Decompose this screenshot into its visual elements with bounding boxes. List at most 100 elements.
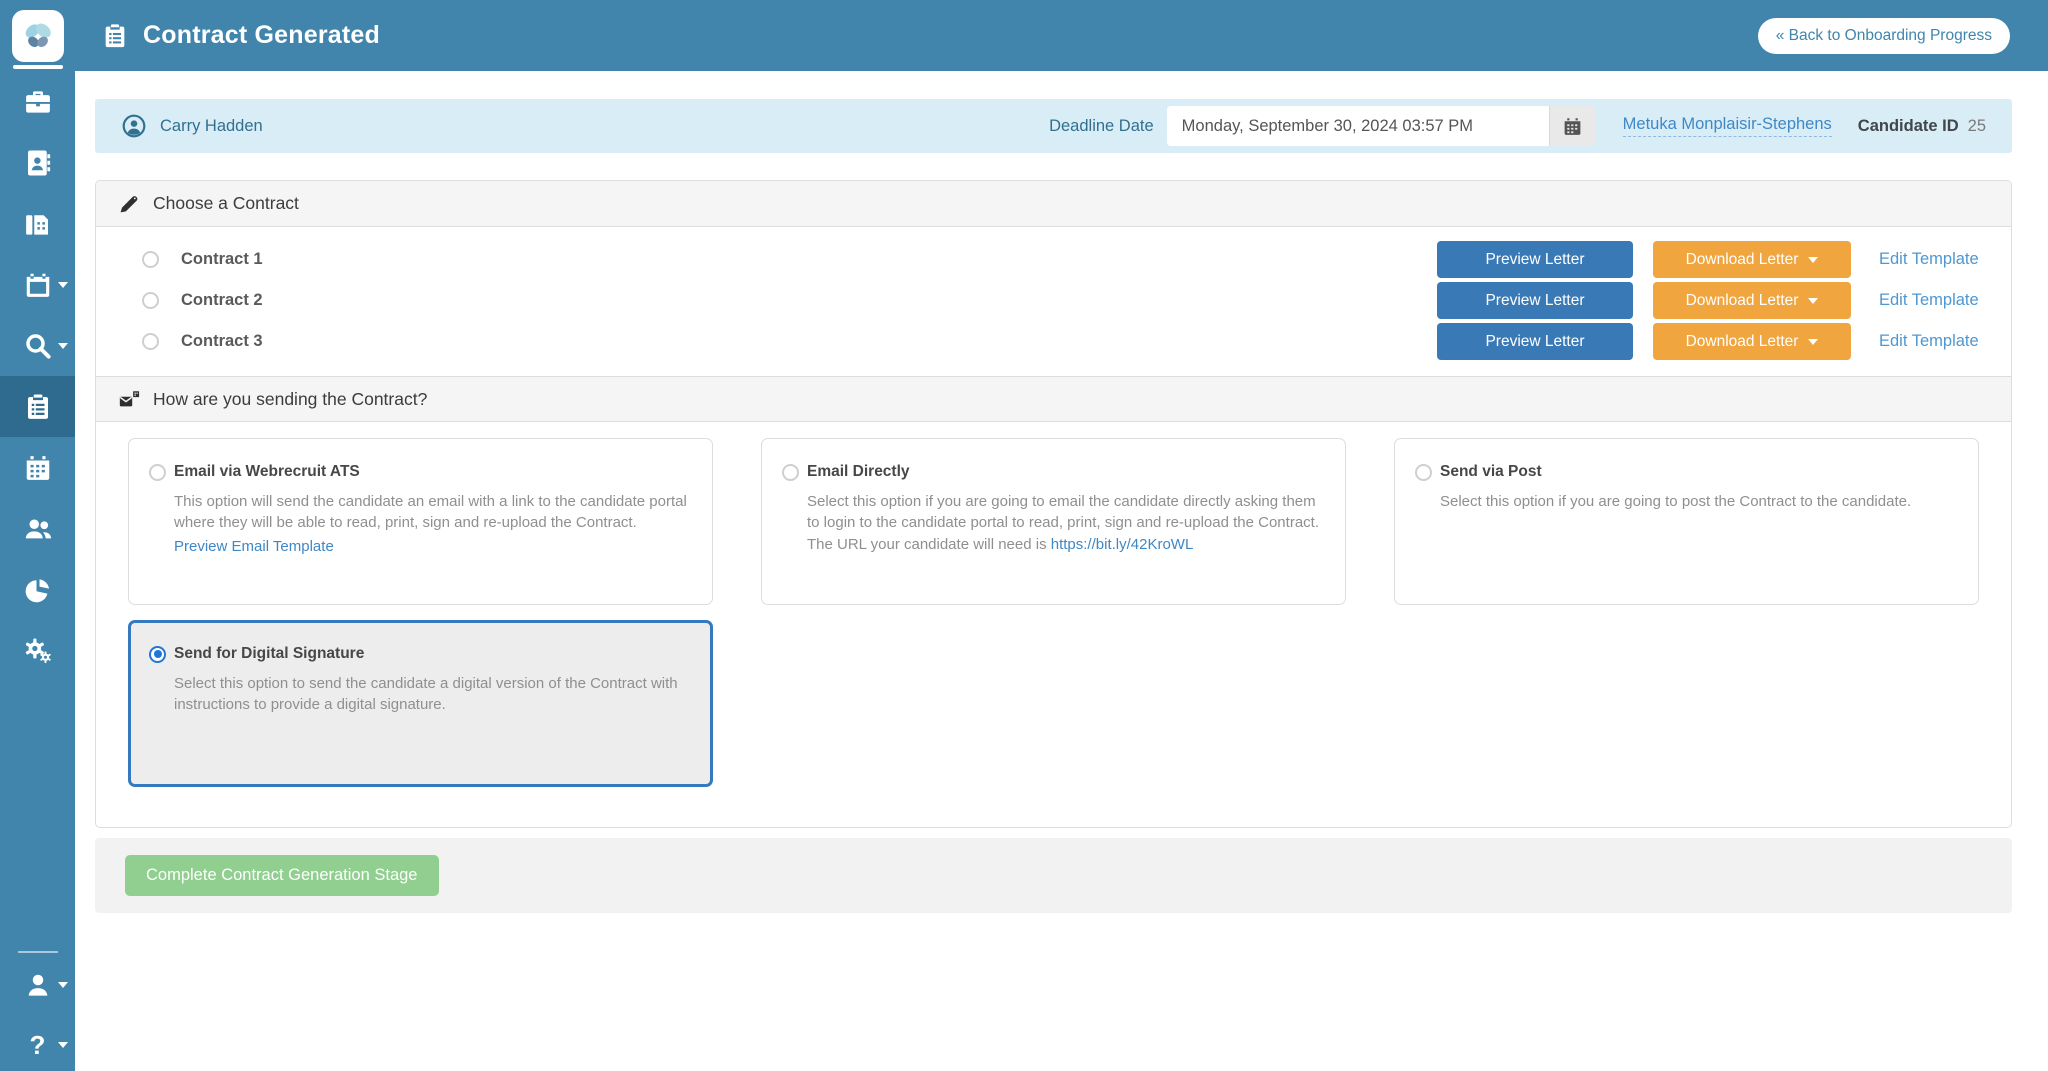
option-send-via-post[interactable]: Send via Post Select this option if you … <box>1394 438 1979 605</box>
candidate-name-group: Carry Hadden <box>121 113 263 139</box>
contract-label: Contract 1 <box>181 250 263 269</box>
address-book-icon <box>23 148 53 178</box>
contracts-list: Contract 1 Preview Letter Download Lette… <box>96 227 2011 376</box>
pie-chart-icon <box>23 575 53 605</box>
download-letter-label: Download Letter <box>1686 333 1799 351</box>
candidate-id-value: 25 <box>1968 117 1986 136</box>
chevron-down-icon <box>1808 298 1818 304</box>
option-head: Send via Post <box>1415 463 1954 481</box>
sidebar-item-account[interactable] <box>0 959 75 1011</box>
sending-method-header: How are you sending the Contract? <box>96 376 2011 422</box>
section-title: How are you sending the Contract? <box>153 389 427 410</box>
option-radio[interactable] <box>782 464 799 481</box>
sidebar-item-calendar-menu[interactable] <box>0 254 75 315</box>
candidate-info-bar: Carry Hadden Deadline Date Metuka Monpla… <box>95 99 2012 153</box>
pen-icon <box>118 193 140 215</box>
option-email-via-ats[interactable]: Email via Webrecruit ATS This option wil… <box>128 438 713 605</box>
user-icon <box>23 970 53 1000</box>
option-description: Select this option to send the candidate… <box>174 673 688 716</box>
chevron-down-icon <box>58 343 68 349</box>
calendar-grid-icon <box>23 453 53 483</box>
gears-icon <box>23 636 53 666</box>
sending-options: Email via Webrecruit ATS This option wil… <box>96 422 2011 827</box>
section-title: Choose a Contract <box>153 193 299 214</box>
page-header: Contract Generated « Back to Onboarding … <box>75 0 2048 71</box>
owner-link[interactable]: Metuka Monplaisir-Stephens <box>1623 115 1832 137</box>
edit-template-link[interactable]: Edit Template <box>1879 291 1987 310</box>
sidebar-divider <box>18 951 58 953</box>
sidebar-item-jobs[interactable] <box>0 71 75 132</box>
back-to-onboarding-button[interactable]: « Back to Onboarding Progress <box>1758 18 2010 54</box>
candidate-name: Carry Hadden <box>160 117 263 136</box>
download-letter-button[interactable]: Download Letter <box>1653 282 1851 319</box>
contract-row: Contract 3 Preview Letter Download Lette… <box>123 321 1987 362</box>
download-letter-button[interactable]: Download Letter <box>1653 323 1851 360</box>
contract-actions: Preview Letter Download Letter Edit Temp… <box>1437 323 1987 360</box>
chevron-down-icon <box>1808 257 1818 263</box>
sidebar-item-help[interactable]: ? <box>0 1019 75 1071</box>
contract-radio[interactable] <box>142 333 159 350</box>
calendar-icon <box>1562 116 1583 137</box>
users-icon <box>23 514 53 544</box>
contract-radio[interactable] <box>142 292 159 309</box>
search-icon <box>23 331 53 361</box>
butterfly-logo-icon <box>12 10 64 62</box>
sidebar-item-candidates[interactable] <box>0 132 75 193</box>
briefcase-icon <box>23 87 53 117</box>
option-digital-signature[interactable]: Send for Digital Signature Select this o… <box>128 620 713 787</box>
sidebar-nav <box>0 71 75 681</box>
download-letter-button[interactable]: Download Letter <box>1653 241 1851 278</box>
deadline-date-input[interactable] <box>1167 106 1549 146</box>
option-title: Email Directly <box>807 463 910 481</box>
chevron-down-icon <box>58 282 68 288</box>
contract-radio[interactable] <box>142 251 159 268</box>
preview-letter-button[interactable]: Preview Letter <box>1437 323 1633 360</box>
option-head: Send for Digital Signature <box>149 645 688 663</box>
butterfly-icon <box>18 16 58 56</box>
sidebar-item-events[interactable] <box>0 437 75 498</box>
sidebar: ? <box>0 0 75 1071</box>
sidebar-item-settings[interactable] <box>0 620 75 681</box>
sidebar-item-users[interactable] <box>0 498 75 559</box>
preview-email-template-link[interactable]: Preview Email Template <box>174 538 334 555</box>
app-logo[interactable] <box>0 0 75 71</box>
download-letter-label: Download Letter <box>1686 251 1799 269</box>
sidebar-item-onboarding[interactable] <box>0 376 75 437</box>
option-title: Send for Digital Signature <box>174 645 364 663</box>
calendar-icon <box>23 270 53 300</box>
main-content: Carry Hadden Deadline Date Metuka Monpla… <box>75 71 2048 1071</box>
calendar-picker-button[interactable] <box>1549 106 1595 146</box>
candidate-id-label: Candidate ID <box>1858 117 1959 136</box>
sidebar-bottom: ? <box>0 951 75 1071</box>
title-wrap: Contract Generated <box>101 21 380 50</box>
sidebar-item-fax-documents[interactable] <box>0 193 75 254</box>
preview-letter-button[interactable]: Preview Letter <box>1437 282 1633 319</box>
option-description: Select this option if you are going to p… <box>1440 491 1954 512</box>
option-radio[interactable] <box>149 646 166 663</box>
download-letter-label: Download Letter <box>1686 292 1799 310</box>
sidebar-item-search-menu[interactable] <box>0 315 75 376</box>
option-description: Select this option if you are going to e… <box>807 491 1321 555</box>
complete-stage-button[interactable]: Complete Contract Generation Stage <box>125 855 439 896</box>
option-email-directly[interactable]: Email Directly Select this option if you… <box>761 438 1346 605</box>
edit-template-link[interactable]: Edit Template <box>1879 250 1987 269</box>
chevron-down-icon <box>58 1042 68 1048</box>
contract-row: Contract 1 Preview Letter Download Lette… <box>123 239 1987 280</box>
user-circle-icon <box>121 113 147 139</box>
deadline-date-group <box>1167 106 1595 146</box>
option-head: Email Directly <box>782 463 1321 481</box>
option-title: Email via Webrecruit ATS <box>174 463 360 481</box>
mail-bulk-icon <box>118 388 140 410</box>
option-title: Send via Post <box>1440 463 1542 481</box>
candidate-bar-right: Deadline Date Metuka Monplaisir-Stephens… <box>1049 106 1986 146</box>
candidate-portal-url-link[interactable]: https://bit.ly/42KroWL <box>1051 536 1194 553</box>
preview-letter-button[interactable]: Preview Letter <box>1437 241 1633 278</box>
chevron-down-icon <box>1808 339 1818 345</box>
clipboard-icon <box>101 22 129 50</box>
edit-template-link[interactable]: Edit Template <box>1879 332 1987 351</box>
sidebar-item-reports[interactable] <box>0 559 75 620</box>
contract-row: Contract 2 Preview Letter Download Lette… <box>123 280 1987 321</box>
deadline-date-label: Deadline Date <box>1049 117 1154 136</box>
option-radio[interactable] <box>149 464 166 481</box>
option-radio[interactable] <box>1415 464 1432 481</box>
